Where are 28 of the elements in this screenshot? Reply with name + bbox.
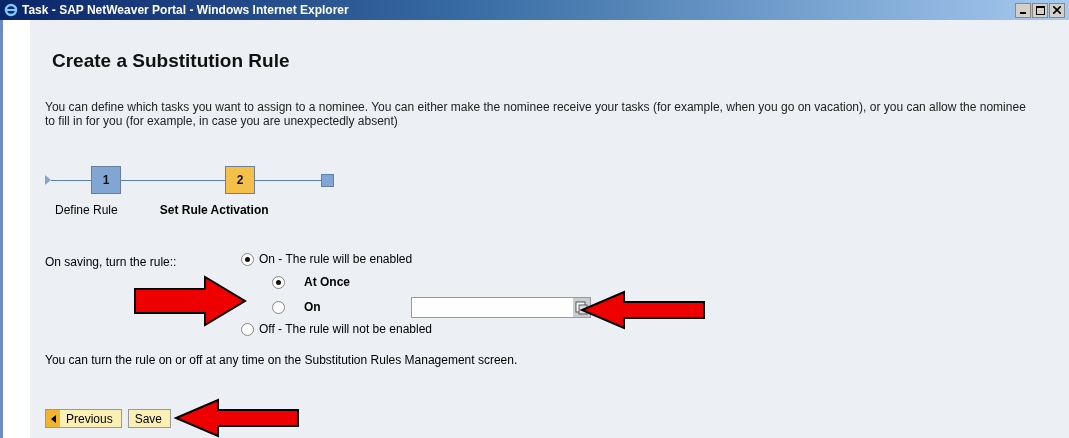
- window-title: Task - SAP NetWeaver Portal - Windows Internet Explorer: [22, 3, 349, 17]
- maximize-icon: [1035, 5, 1045, 15]
- radio-button[interactable]: [272, 275, 285, 289]
- page-heading: Create a Substitution Rule: [52, 50, 291, 72]
- previous-button[interactable]: Previous: [45, 409, 122, 428]
- radio-button[interactable]: [272, 300, 285, 314]
- maximize-button[interactable]: [1032, 2, 1048, 18]
- save-button[interactable]: Save: [127, 409, 172, 428]
- roadmap-start-icon: [45, 175, 51, 185]
- close-icon: [1053, 6, 1061, 14]
- minimize-button[interactable]: [1015, 2, 1031, 18]
- option-label: On - The rule will be enabled: [259, 252, 413, 266]
- option-label: On: [304, 300, 322, 314]
- radio-button[interactable]: [241, 252, 254, 266]
- info-text: You can turn the rule on or off at any time on the Substitution Rules Management screen.: [45, 353, 519, 367]
- roadmap-step-label: Define Rule: [55, 203, 118, 217]
- option-label: Off - The rule will not be enabled: [259, 322, 432, 336]
- radio-button[interactable]: [241, 322, 254, 336]
- roadmap-step[interactable]: 2: [225, 166, 255, 194]
- back-icon: [50, 414, 56, 423]
- browser-icon: [4, 3, 18, 17]
- roadmap-step[interactable]: 1: [91, 166, 121, 194]
- intro-text: You can define which tasks you want to assign to a nominee. You can either make the nominee receive your tasks (for example, when you go on vacation), or you can allow the nominee to fill in for you (for example, in case you are unexpectedly absent): [45, 100, 1027, 128]
- roadmap-step-label: Set Rule Activation: [159, 203, 269, 217]
- close-button[interactable]: [1049, 2, 1065, 18]
- field-label: On saving, turn the rule::: [45, 255, 177, 271]
- option-label: At Once: [304, 275, 351, 289]
- date-field[interactable]: [411, 296, 591, 318]
